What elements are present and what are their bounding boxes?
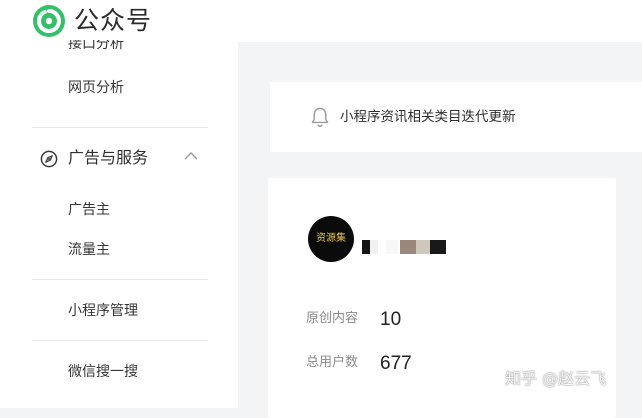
sidebar-divider — [32, 279, 208, 280]
sidebar-section-ads-services[interactable]: 广告与服务 — [40, 146, 210, 170]
avatar-text: 资源集 — [316, 233, 346, 244]
sidebar-item-api-analysis[interactable]: 接口分析 — [68, 40, 124, 54]
sidebar-item-label: 接口分析 — [68, 40, 124, 52]
notice-text[interactable]: 小程序资讯相关类目迭代更新 — [340, 106, 516, 128]
sidebar-section-label: 广告与服务 — [68, 148, 149, 167]
app-name[interactable]: 公众号 — [74, 2, 152, 40]
watermark: 知乎 @赵云飞 — [505, 369, 607, 388]
original-content-label: 原创内容 — [306, 311, 359, 326]
sidebar-item-wechat-search[interactable]: 微信搜一搜 — [68, 362, 138, 382]
bell-icon — [311, 107, 329, 128]
sidebar-item-web-analysis[interactable]: 网页分析 — [68, 78, 124, 98]
original-content-count: 10 — [380, 309, 402, 330]
sidebar-item-advertiser[interactable]: 广告主 — [68, 200, 110, 220]
total-users-label: 总用户数 — [306, 355, 359, 370]
sidebar-item-publisher[interactable]: 流量主 — [68, 240, 110, 260]
avatar[interactable]: 资源集 — [308, 216, 354, 262]
top-bar: 公众号 — [0, 0, 642, 42]
wechat-official-account-logo-icon[interactable] — [32, 4, 66, 38]
compass-icon — [40, 150, 58, 168]
sidebar: 接口分析 网页分析 广告与服务 广告主 流量主 小程序管理 微信搜一搜 — [0, 40, 238, 408]
sidebar-divider — [32, 340, 208, 341]
sidebar-item-mini-program-management[interactable]: 小程序管理 — [68, 301, 138, 321]
notice-bar[interactable]: 小程序资讯相关类目迭代更新 — [270, 82, 642, 152]
sidebar-divider — [32, 127, 208, 128]
chevron-up-icon[interactable] — [183, 150, 199, 162]
total-users-count: 677 — [380, 353, 412, 374]
